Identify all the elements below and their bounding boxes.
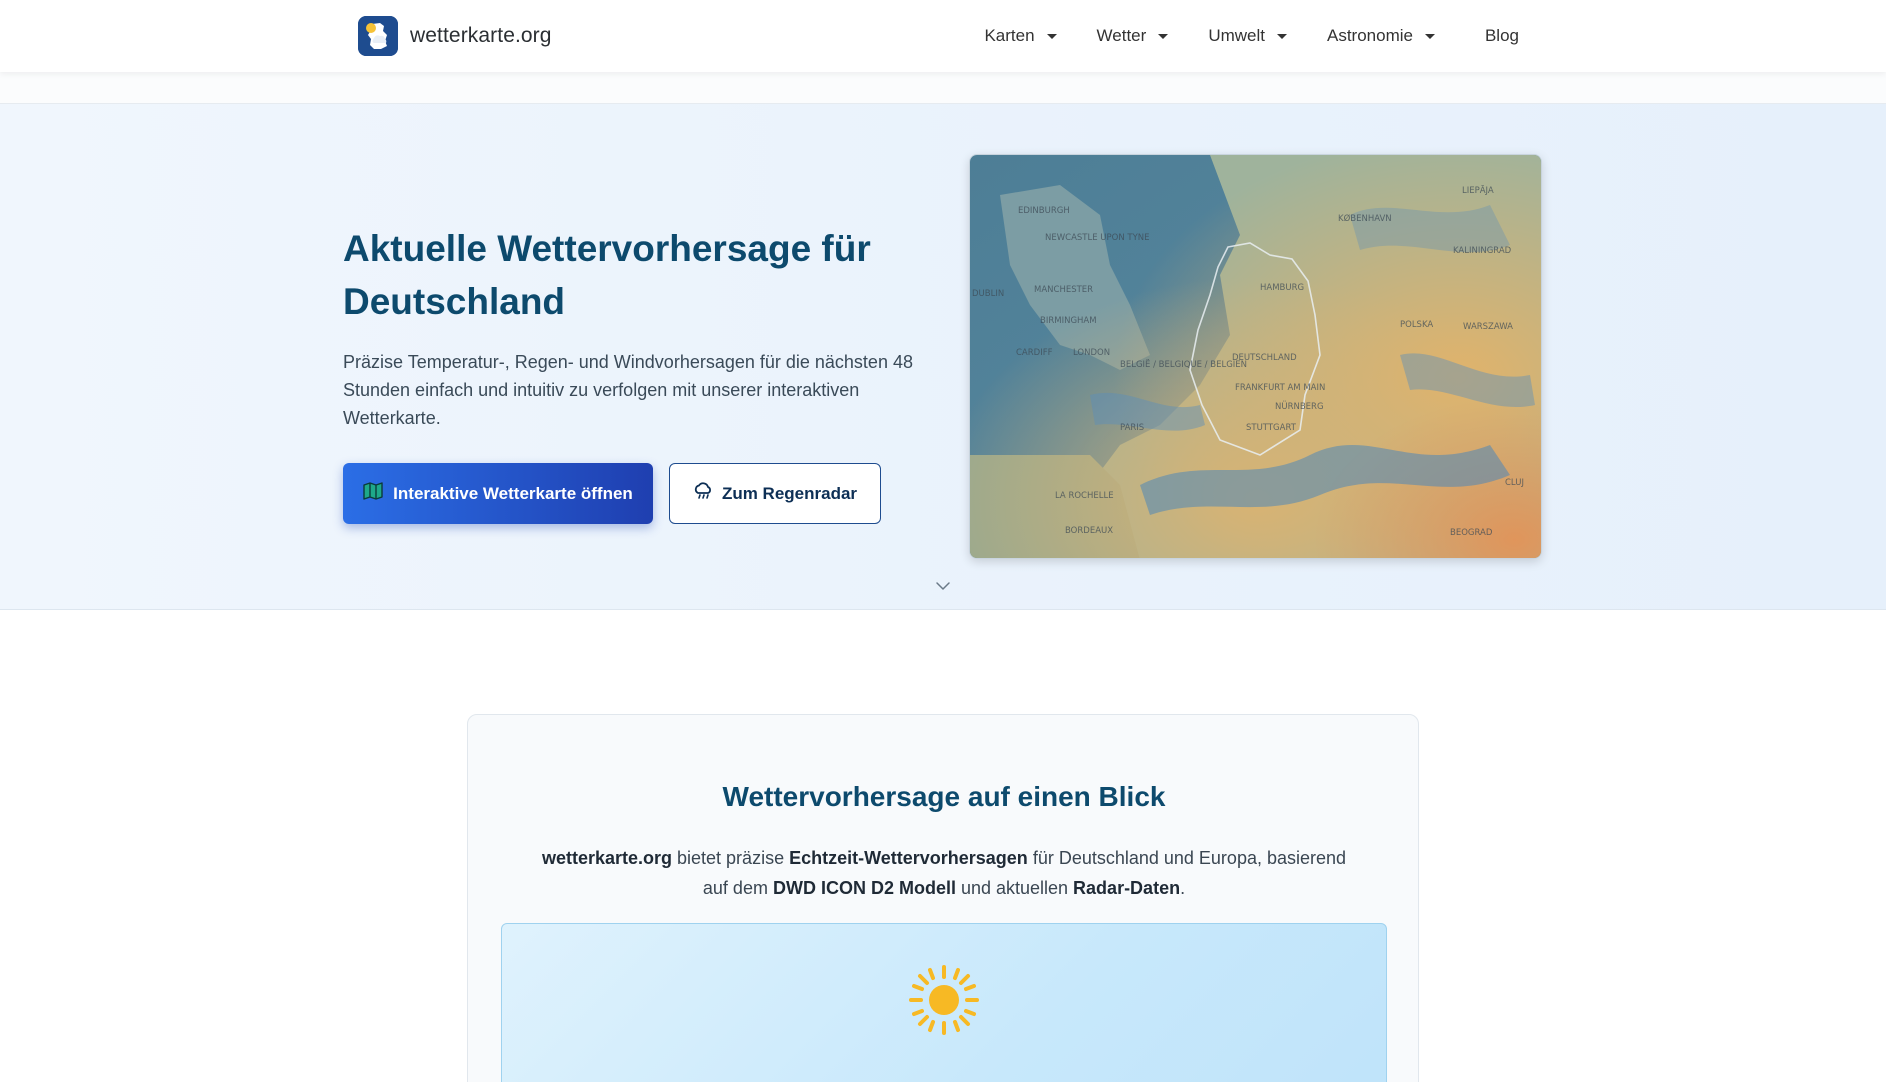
intro-title: Wettervorhersage auf einen Blick — [722, 781, 1166, 812]
cloud-rain-icon — [693, 482, 713, 505]
caret-down-icon — [1276, 33, 1287, 39]
caret-down-icon — [1158, 33, 1169, 39]
map-label: STUTTGART — [1246, 423, 1297, 433]
intro-text-part: . — [1180, 878, 1186, 898]
intro-bold-radar: Radar-Daten — [1073, 878, 1181, 898]
map-label: BEOGRAD — [1450, 528, 1493, 538]
nav-item-wetter[interactable]: Wetter — [1077, 0, 1189, 72]
nav-item-label: Karten — [984, 26, 1035, 45]
map-label: BORDEAUX — [1065, 526, 1113, 536]
weather-map-preview[interactable]: EDINBURGH NEWCASTLE UPON TYNE DUBLIN MAN… — [969, 154, 1542, 559]
primary-button-label: Interaktive Wetterkarte öffnen — [393, 483, 633, 503]
intro-bold-realtime: Echtzeit-Wettervorhersagen — [789, 848, 1028, 868]
caret-down-icon — [1424, 33, 1435, 39]
nav-item-label: Wetter — [1096, 26, 1147, 45]
brand-logo-icon — [358, 16, 398, 56]
map-label: CARDIFF — [1016, 348, 1053, 358]
hero-section: Aktuelle Wettervorhersage für Deutschlan… — [0, 104, 1886, 610]
hero-description: Präzise Temperatur-, Regen- und Windvorh… — [343, 352, 913, 428]
main-nav: Karten Wetter Umwelt Astronomie Blog — [964, 0, 1519, 72]
map-label: LA ROCHELLE — [1055, 491, 1114, 501]
map-label: FRANKFURT AM MAIN — [1235, 383, 1325, 393]
brand-link[interactable]: wetterkarte.org — [358, 16, 552, 56]
map-label: MANCHESTER — [1034, 285, 1093, 295]
chevron-down-icon[interactable] — [935, 578, 951, 594]
nav-item-blog[interactable]: Blog — [1465, 0, 1519, 72]
intro-text-part: bietet präzise — [672, 848, 790, 868]
nav-item-label: Blog — [1484, 26, 1519, 45]
map-label: HAMBURG — [1260, 283, 1304, 293]
sub-header-strip — [0, 72, 1886, 104]
open-interactive-map-button[interactable]: Interaktive Wetterkarte öffnen — [343, 463, 653, 524]
hero-title: Aktuelle Wettervorhersage für Deutschlan… — [343, 228, 871, 322]
map-label: LIEPĀJA — [1462, 185, 1494, 196]
intro-text-part: und aktuellen — [955, 878, 1074, 898]
map-label: NÜRNBERG — [1275, 401, 1324, 412]
rain-radar-button[interactable]: Zum Regenradar — [669, 463, 881, 524]
map-label: BIRMINGHAM — [1040, 316, 1097, 326]
intro-text: wetterkarte.org bietet präzise Echtzeit-… — [538, 843, 1350, 903]
map-label: WARSZAWA — [1463, 322, 1513, 332]
nav-item-astronomie[interactable]: Astronomie — [1307, 0, 1455, 72]
secondary-button-label: Zum Regenradar — [721, 483, 858, 503]
caret-down-icon — [1046, 33, 1057, 39]
current-weather-box — [501, 923, 1387, 1082]
map-label: NEWCASTLE UPON TYNE — [1045, 233, 1150, 243]
map-label: LONDON — [1073, 348, 1110, 358]
map-label: KALININGRAD — [1453, 246, 1512, 256]
nav-item-label: Umwelt — [1208, 26, 1265, 45]
map-label: POLSKA — [1400, 320, 1433, 330]
map-label: BELGIË / BELGIQUE / BELGIEN — [1120, 359, 1247, 370]
intro-bold-brand: wetterkarte.org — [541, 848, 673, 868]
navbar: wetterkarte.org Karten Wetter Umwelt Ast… — [0, 0, 1886, 72]
nav-item-label: Astronomie — [1326, 26, 1413, 45]
sun-icon — [908, 964, 980, 1036]
intro-bold-model: DWD ICON D2 Modell — [772, 878, 956, 898]
map-book-icon — [363, 482, 383, 505]
map-label: KØBENHAVN — [1338, 213, 1392, 224]
map-label: PARIS — [1120, 423, 1144, 433]
nav-item-karten[interactable]: Karten — [964, 0, 1076, 72]
map-label: CLUJ — [1505, 478, 1524, 488]
map-label: EDINBURGH — [1018, 206, 1070, 216]
intro-card: Wettervorhersage auf einen Blick wetterk… — [467, 714, 1419, 1082]
brand-name: wetterkarte.org — [410, 24, 552, 47]
nav-item-umwelt[interactable]: Umwelt — [1188, 0, 1307, 72]
map-label: DUBLIN — [972, 289, 1004, 299]
